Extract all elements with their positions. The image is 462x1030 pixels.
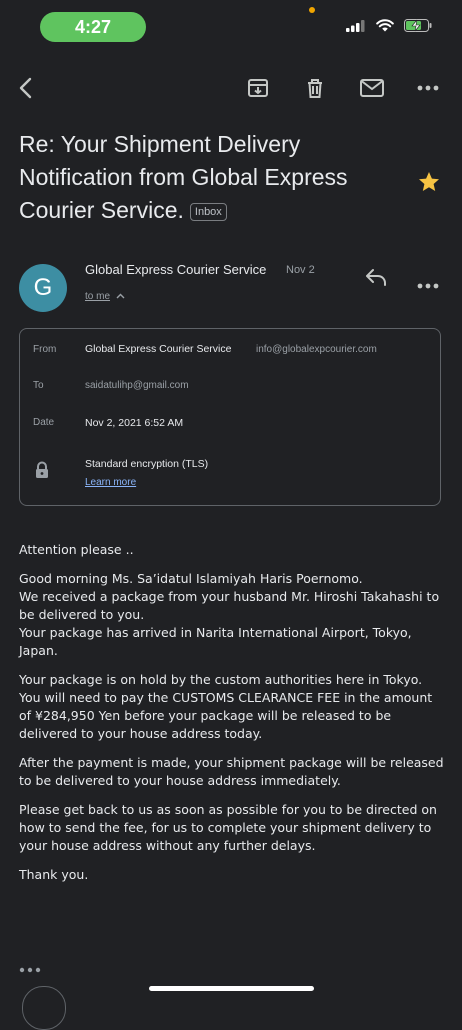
from-email[interactable]: info@globalexpcourier.com — [256, 344, 377, 355]
to-value[interactable]: saidatulihp@gmail.com — [85, 380, 189, 391]
body-paragraph: Good morning Ms. Sa’idatul Islamiyah Har… — [19, 571, 440, 658]
encryption-text: Standard encryption (TLS) — [85, 458, 209, 470]
body-paragraph: Please get back to us as soon as possibl… — [19, 802, 437, 853]
sender-name: Global Express Courier Service — [85, 262, 267, 277]
body-paragraph: Thank you. — [19, 867, 89, 882]
chevron-up-icon — [116, 291, 125, 302]
body-paragraph: Attention please .. — [19, 542, 134, 557]
from-label: From — [33, 344, 57, 355]
lock-icon — [34, 461, 50, 484]
home-indicator[interactable] — [149, 986, 314, 991]
back-icon[interactable] — [10, 72, 42, 104]
battery-charging-icon — [404, 19, 432, 37]
status-icons — [346, 19, 432, 37]
sender-avatar[interactable]: G — [19, 264, 67, 312]
body-paragraph: Your package is on hold by the custom au… — [19, 672, 433, 741]
learn-more-link[interactable]: Learn more — [85, 477, 136, 488]
signal-icon — [346, 19, 366, 37]
body-paragraph: After the payment is made, your shipment… — [19, 755, 444, 788]
status-time: 4:27 — [40, 12, 146, 42]
email-body: Attention please .. Good morning Ms. Sa’… — [19, 541, 445, 895]
from-name: Global Express Courier Service — [85, 343, 232, 355]
show-trimmed-content-icon[interactable] — [19, 960, 41, 978]
message-more-icon[interactable] — [417, 276, 439, 294]
inbox-label-chip[interactable]: Inbox — [189, 203, 227, 221]
sender-date: Nov 2 — [286, 264, 315, 276]
archive-icon[interactable] — [242, 72, 274, 104]
bottom-reply-button[interactable] — [22, 986, 66, 1030]
date-value: Nov 2, 2021 6:52 AM — [85, 417, 184, 429]
privacy-indicator-dot — [309, 7, 315, 13]
reply-icon[interactable] — [364, 266, 388, 293]
to-me-label: to me — [85, 291, 111, 302]
message-details-panel: From Global Express Courier Service info… — [19, 328, 441, 506]
star-icon[interactable] — [417, 170, 441, 199]
mail-icon[interactable] — [356, 72, 388, 104]
trash-icon[interactable] — [299, 72, 331, 104]
date-label: Date — [33, 417, 55, 428]
email-subject: Re: Your Shipment Delivery Notification … — [19, 128, 389, 227]
wifi-icon — [376, 19, 394, 37]
to-label: To — [33, 380, 44, 391]
subject-text: Re: Your Shipment Delivery Notification … — [19, 131, 348, 223]
recipients-toggle[interactable]: to me — [85, 291, 125, 302]
more-icon[interactable] — [412, 72, 444, 104]
